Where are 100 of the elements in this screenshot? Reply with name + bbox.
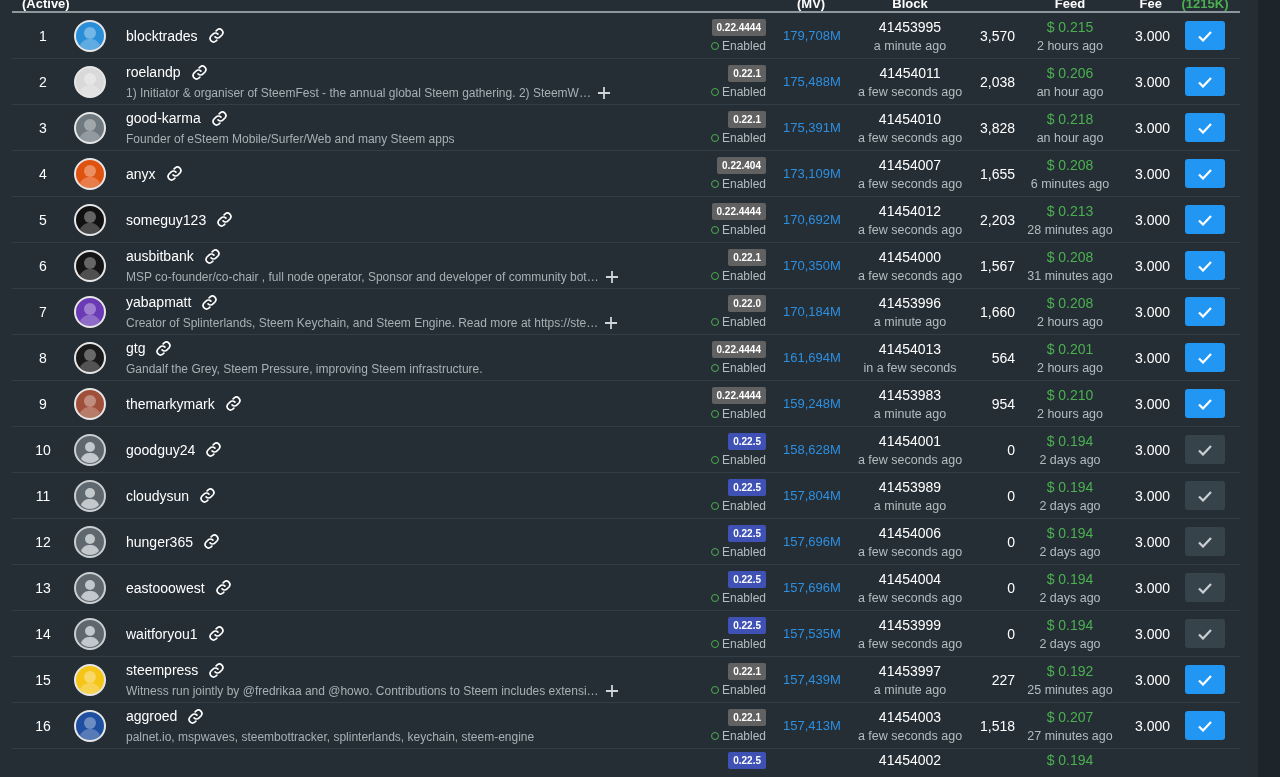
block-number: 41454013 — [878, 340, 942, 357]
block-number: 41453983 — [878, 386, 942, 403]
witness-description: 1) Initiator & organiser of SteemFest - the annual global Steem gathering. 2) SteemW… — [126, 85, 591, 100]
status-label: Enabled — [721, 360, 766, 375]
votes-value: 175,391M — [782, 120, 842, 135]
fee-value: 3.000 — [1133, 487, 1170, 504]
votes-value: 157,696M — [782, 534, 842, 549]
status-label: Enabled — [721, 728, 766, 743]
status-label: Enabled — [721, 636, 766, 651]
fee-value: 3.000 — [1133, 717, 1170, 734]
version-badge: 0.22.1 — [728, 64, 766, 82]
missed-count: 1,567 — [978, 257, 1015, 274]
version-badge: 0.22.0 — [728, 294, 766, 312]
witness-name[interactable]: hunger365 — [126, 533, 193, 550]
version-badge: 0.22.4444 — [711, 386, 766, 404]
version-badge: 0.22.4444 — [711, 202, 766, 220]
feed-price: $ 0.194 — [1046, 570, 1094, 587]
witness-name[interactable]: someguy123 — [126, 211, 207, 228]
status-label: Enabled — [721, 498, 766, 513]
fee-value: 3.000 — [1133, 27, 1170, 44]
witness-name[interactable]: roelandp — [126, 64, 181, 80]
block-time: a few seconds ago — [857, 176, 963, 191]
witness-description: Founder of eSteem Mobile/Surfer/Web and many Steem apps — [126, 131, 455, 146]
version-badge: 0.22.5 — [728, 524, 766, 542]
block-time: a few seconds ago — [857, 636, 963, 651]
status-label: Enabled — [721, 590, 766, 605]
feed-time: 2 hours ago — [1037, 406, 1103, 421]
feed-time: 2 days ago — [1039, 544, 1101, 559]
block-time: a few seconds ago — [857, 728, 963, 743]
witness-description: MSP co-founder/co-chair , full node operator, Sponsor and developer of community bot… — [126, 269, 599, 284]
witness-name[interactable]: eastooowest — [126, 579, 205, 596]
status-label: Enabled — [721, 222, 766, 237]
fee-value: 3.000 — [1133, 349, 1170, 366]
votes-value: 157,413M — [782, 718, 842, 733]
votes-value: 170,350M — [782, 258, 842, 273]
version-badge: 0.22.4444 — [711, 18, 766, 36]
missed-count: 2,038 — [978, 73, 1015, 90]
feed-time: an hour ago — [1036, 130, 1104, 145]
missed-count: 0 — [1006, 487, 1015, 504]
version-badge: 0.22.5 — [728, 616, 766, 634]
rank-number: 15 — [34, 671, 52, 688]
witness-description: Creator of Splinterlands, Steem Keychain, and Steem Engine. Read more at https://ste… — [126, 315, 599, 330]
feed-price: $ 0.194 — [1046, 432, 1094, 449]
witness-description: palnet.io, mspwaves, steembottracker, splinterlands, keychain, steem-engine — [126, 729, 535, 744]
fee-value: 3.000 — [1133, 441, 1170, 458]
witness-name[interactable]: cloudysun — [126, 487, 190, 504]
block-number: 41453995 — [878, 18, 942, 35]
status-label: Enabled — [721, 130, 766, 145]
fee-value: 3.000 — [1133, 303, 1170, 320]
status-label: Enabled — [721, 406, 766, 421]
block-time: a few seconds ago — [857, 130, 963, 145]
witness-description: Witness run jointly by @fredrikaa and @howo. Contributions to Steem includes extensi… — [126, 683, 599, 698]
feed-price: $ 0.194 — [1046, 616, 1094, 633]
witness-name[interactable]: steempress — [126, 662, 199, 678]
status-label: Enabled — [721, 452, 766, 467]
witness-name[interactable]: ausbitbank — [126, 248, 194, 264]
feed-price: $ 0.194 — [1046, 478, 1094, 495]
version-badge: 0.22.1 — [728, 248, 766, 266]
version-badge: 0.22.5 — [728, 432, 766, 450]
witness-name[interactable]: aggroed — [126, 708, 178, 724]
block-number: 41454011 — [879, 64, 941, 81]
witness-name[interactable]: yabapmatt — [126, 294, 192, 310]
status-label: Enabled — [721, 682, 766, 697]
rank-number: 2 — [38, 73, 48, 90]
version-badge: 0.22.404 — [717, 156, 766, 174]
feed-time: 2 days ago — [1039, 498, 1101, 513]
missed-count: 0 — [1006, 441, 1015, 458]
version-badge: 0.22.5 — [728, 752, 766, 769]
block-time: in a few seconds — [863, 360, 957, 375]
missed-count: 0 — [1006, 533, 1015, 550]
votes-value: 179,708M — [782, 28, 842, 43]
feed-price: $ 0.218 — [1046, 110, 1094, 127]
rank-number: 7 — [38, 303, 48, 320]
feed-time: an hour ago — [1036, 84, 1104, 99]
feed-price: $ 0.192 — [1046, 662, 1094, 679]
witness-name[interactable]: goodguy24 — [126, 441, 196, 458]
rank-number: 10 — [34, 441, 52, 458]
witness-name[interactable]: waitforyou1 — [126, 625, 198, 642]
block-time: a few seconds ago — [857, 84, 963, 99]
fee-value: 3.000 — [1133, 165, 1170, 182]
missed-count: 0 — [1006, 625, 1015, 642]
witness-name[interactable]: themarkymark — [126, 395, 215, 412]
missed-count: 227 — [990, 671, 1015, 688]
fee-value: 3.000 — [1133, 119, 1170, 136]
votes-value: 157,439M — [782, 672, 842, 687]
rank-number: 8 — [38, 349, 48, 366]
block-number: 41454001 — [878, 432, 942, 449]
feed-price: $ 0.213 — [1046, 202, 1094, 219]
block-number: 41454002 — [878, 752, 942, 768]
witness-name[interactable]: anyx — [126, 165, 156, 182]
witness-name[interactable]: blocktrades — [126, 27, 198, 44]
witness-name[interactable]: good-karma — [126, 110, 201, 126]
rank-number: 5 — [38, 211, 48, 228]
missed-count: 1,655 — [978, 165, 1015, 182]
votes-value: 170,184M — [782, 304, 842, 319]
witness-name[interactable]: gtg — [126, 340, 146, 356]
feed-time: 6 minutes ago — [1030, 176, 1110, 191]
witness-description: Gandalf the Grey, Steem Pressure, improving Steem infrastructure. — [126, 361, 483, 376]
rank-number: 3 — [38, 119, 48, 136]
votes-value: 159,248M — [782, 396, 842, 411]
